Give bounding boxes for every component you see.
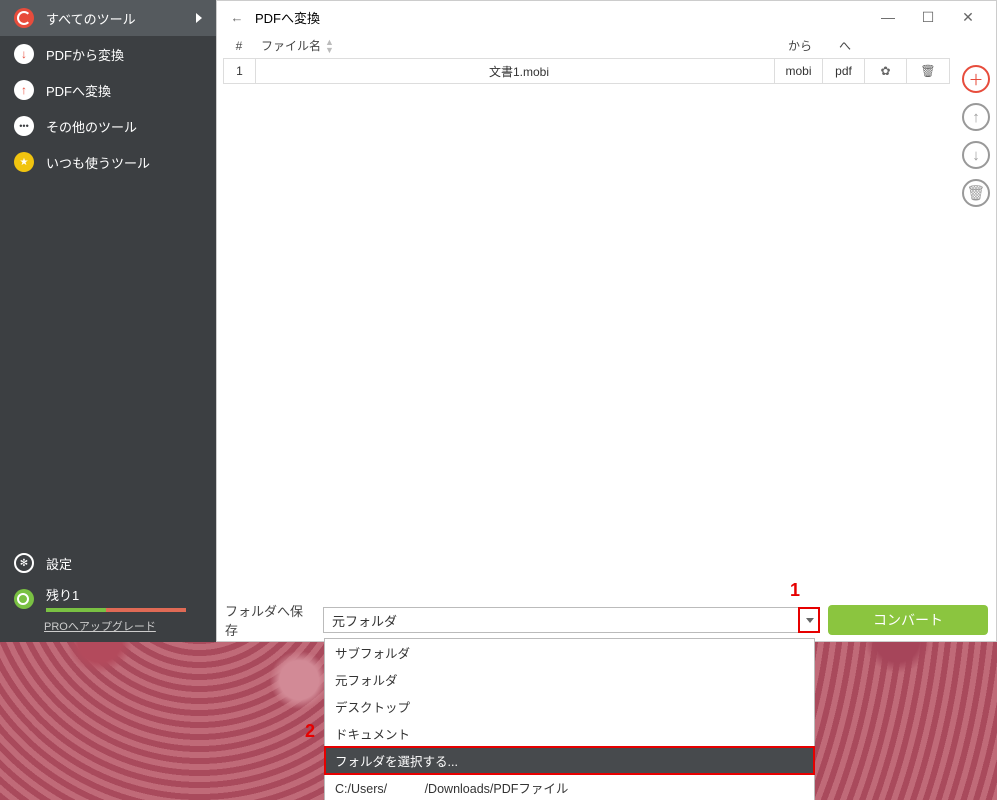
dots-icon	[14, 116, 34, 136]
maximize-button[interactable]: ☐	[908, 1, 948, 33]
table-header: # ファイル名 ▲▼ から へ	[217, 33, 996, 58]
remaining-label: 残り1	[46, 585, 186, 604]
page-title: PDFへ変換	[255, 8, 320, 27]
cell-to: pdf	[823, 59, 865, 83]
action-rail: ＋ ↑ ↓ 🗑	[960, 65, 992, 207]
sidebar-item-label: 設定	[46, 554, 72, 573]
sidebar-item-favorites[interactable]: いつも使うツール	[0, 144, 216, 180]
col-number[interactable]: #	[223, 39, 255, 53]
arrow-down-icon	[14, 44, 34, 64]
sidebar-item-label: PDFへ変換	[46, 81, 111, 100]
save-folder-value: 元フォルダ	[324, 611, 799, 630]
cell-filename: 文書1.mobi	[256, 59, 775, 83]
upgrade-link[interactable]: PROへアップグレード	[44, 618, 156, 634]
key-icon	[14, 589, 34, 609]
swirl-icon	[14, 8, 34, 28]
dropdown-option-documents[interactable]: ドキュメント	[325, 720, 814, 747]
bottom-bar: フォルダへ保存 元フォルダ コンバート	[217, 599, 996, 641]
arrow-up-icon	[14, 80, 34, 100]
sidebar-item-label: PDFから変換	[46, 45, 124, 64]
usage-bar	[46, 608, 186, 612]
cell-number: 1	[224, 59, 256, 83]
titlebar: ← PDFへ変換 — ☐ ✕	[217, 1, 996, 33]
dropdown-option-subfolder[interactable]: サブフォルダ	[325, 639, 814, 666]
close-button[interactable]: ✕	[948, 1, 988, 33]
chevron-down-icon[interactable]	[799, 608, 819, 632]
sidebar-item-other-tools[interactable]: その他のツール	[0, 108, 216, 144]
cell-from: mobi	[775, 59, 823, 83]
col-from[interactable]: から	[776, 37, 824, 54]
gear-icon	[14, 553, 34, 573]
dropdown-option-recent-path[interactable]: C:/Users/ /Downloads/PDFファイル	[325, 774, 814, 800]
back-button[interactable]: ←	[225, 10, 249, 25]
col-filename[interactable]: ファイル名 ▲▼	[255, 37, 776, 54]
save-folder-dropdown: サブフォルダ 元フォルダ デスクトップ ドキュメント フォルダを選択する... …	[324, 638, 815, 800]
move-down-button[interactable]: ↓	[962, 141, 990, 169]
dropdown-option-desktop[interactable]: デスクトップ	[325, 693, 814, 720]
sidebar-item-settings[interactable]: 設定	[0, 545, 216, 581]
sidebar-item-from-pdf[interactable]: PDFから変換	[0, 36, 216, 72]
minimize-button[interactable]: —	[868, 1, 908, 33]
convert-button[interactable]: コンバート	[828, 605, 988, 635]
star-icon	[14, 152, 34, 172]
clear-all-button[interactable]: 🗑	[962, 179, 990, 207]
sidebar-item-label: いつも使うツール	[46, 153, 150, 172]
sidebar-item-to-pdf[interactable]: PDFへ変換	[0, 72, 216, 108]
table-row[interactable]: 1 文書1.mobi mobi pdf ✿ 🗑	[223, 58, 950, 84]
sidebar-remaining: 残り1	[0, 581, 216, 612]
main-panel: ← PDFへ変換 — ☐ ✕ # ファイル名 ▲▼ から へ 1 文書1.mob…	[216, 0, 997, 642]
save-folder-select[interactable]: 元フォルダ	[323, 607, 820, 633]
row-delete-button[interactable]: 🗑	[907, 59, 949, 83]
sidebar-item-all-tools[interactable]: すべてのツール	[0, 0, 216, 36]
row-settings-button[interactable]: ✿	[865, 59, 907, 83]
sidebar-item-label: その他のツール	[46, 117, 137, 136]
sidebar-item-label: すべてのツール	[46, 9, 136, 28]
add-file-button[interactable]: ＋	[962, 65, 990, 93]
move-up-button[interactable]: ↑	[962, 103, 990, 131]
save-to-label: フォルダへ保存	[225, 601, 315, 639]
dropdown-option-choose-folder[interactable]: フォルダを選択する...	[325, 747, 814, 774]
sort-icon: ▲▼	[325, 38, 334, 54]
sidebar: すべてのツール PDFから変換 PDFへ変換 その他のツール いつも使うツール …	[0, 0, 216, 642]
dropdown-option-original[interactable]: 元フォルダ	[325, 666, 814, 693]
col-to[interactable]: へ	[824, 37, 866, 54]
